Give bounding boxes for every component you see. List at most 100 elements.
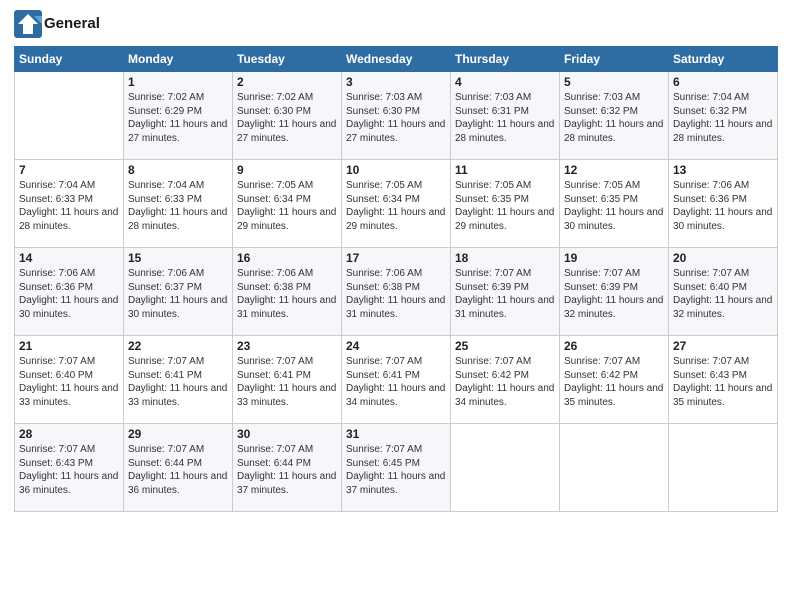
day-header-sunday: Sunday [15,47,124,72]
calendar-cell: 6 Sunrise: 7:04 AMSunset: 6:32 PMDaylight… [669,72,778,160]
day-number: 11 [455,163,555,177]
calendar-cell: 11 Sunrise: 7:05 AMSunset: 6:35 PMDayligh… [451,160,560,248]
week-row-2: 7 Sunrise: 7:04 AMSunset: 6:33 PMDaylight… [15,160,778,248]
calendar-cell [451,424,560,512]
cell-info: Sunrise: 7:06 AMSunset: 6:38 PMDaylight:… [237,267,337,321]
calendar-cell: 7 Sunrise: 7:04 AMSunset: 6:33 PMDaylight… [15,160,124,248]
calendar-cell: 26 Sunrise: 7:07 AMSunset: 6:42 PMDayligh… [560,336,669,424]
cell-info: Sunrise: 7:07 AMSunset: 6:42 PMDaylight:… [564,355,664,409]
day-number: 15 [128,251,228,265]
day-number: 22 [128,339,228,353]
day-number: 5 [564,75,664,89]
cell-info: Sunrise: 7:04 AMSunset: 6:33 PMDaylight:… [128,179,228,233]
day-number: 18 [455,251,555,265]
calendar-cell: 20 Sunrise: 7:07 AMSunset: 6:40 PMDayligh… [669,248,778,336]
header: General [14,10,778,38]
day-number: 12 [564,163,664,177]
day-header-friday: Friday [560,47,669,72]
cell-info: Sunrise: 7:07 AMSunset: 6:43 PMDaylight:… [673,355,773,409]
calendar-cell: 27 Sunrise: 7:07 AMSunset: 6:43 PMDayligh… [669,336,778,424]
calendar-cell: 30 Sunrise: 7:07 AMSunset: 6:44 PMDayligh… [233,424,342,512]
week-row-1: 1 Sunrise: 7:02 AMSunset: 6:29 PMDaylight… [15,72,778,160]
day-number: 16 [237,251,337,265]
cell-info: Sunrise: 7:07 AMSunset: 6:44 PMDaylight:… [128,443,228,497]
calendar-cell: 14Sunrise: 7:06 AMSunset: 6:36 PMDayligh… [15,248,124,336]
calendar-cell: 25Sunrise: 7:07 AMSunset: 6:42 PMDayligh… [451,336,560,424]
calendar-cell: 5 Sunrise: 7:03 AMSunset: 6:32 PMDaylight… [560,72,669,160]
logo-text: General [44,15,100,33]
calendar-cell [669,424,778,512]
cell-info: Sunrise: 7:07 AMSunset: 6:41 PMDaylight:… [346,355,446,409]
day-header-thursday: Thursday [451,47,560,72]
cell-info: Sunrise: 7:04 AMSunset: 6:33 PMDaylight:… [19,179,119,233]
cell-info: Sunrise: 7:06 AMSunset: 6:38 PMDaylight:… [346,267,446,321]
day-number: 8 [128,163,228,177]
cell-info: Sunrise: 7:02 AMSunset: 6:29 PMDaylight:… [128,91,228,145]
calendar-cell: 24 Sunrise: 7:07 AMSunset: 6:41 PMDayligh… [342,336,451,424]
calendar-table: SundayMondayTuesdayWednesdayThursdayFrid… [14,46,778,512]
cell-info: Sunrise: 7:05 AMSunset: 6:35 PMDaylight:… [455,179,555,233]
cell-info: Sunrise: 7:03 AMSunset: 6:30 PMDaylight:… [346,91,446,145]
day-number: 4 [455,75,555,89]
cell-info: Sunrise: 7:07 AMSunset: 6:45 PMDaylight:… [346,443,446,497]
day-number: 30 [237,427,337,441]
day-number: 26 [564,339,664,353]
calendar-cell: 17 Sunrise: 7:06 AMSunset: 6:38 PMDayligh… [342,248,451,336]
calendar-cell [15,72,124,160]
calendar-header-row: SundayMondayTuesdayWednesdayThursdayFrid… [15,47,778,72]
day-number: 14 [19,251,119,265]
calendar-cell: 22Sunrise: 7:07 AMSunset: 6:41 PMDayligh… [124,336,233,424]
calendar-cell: 13 Sunrise: 7:06 AMSunset: 6:36 PMDayligh… [669,160,778,248]
cell-info: Sunrise: 7:07 AMSunset: 6:41 PMDaylight:… [237,355,337,409]
day-number: 6 [673,75,773,89]
calendar-cell: 10 Sunrise: 7:05 AMSunset: 6:34 PMDayligh… [342,160,451,248]
cell-info: Sunrise: 7:07 AMSunset: 6:39 PMDaylight:… [455,267,555,321]
day-number: 21 [19,339,119,353]
day-number: 24 [346,339,446,353]
cell-info: Sunrise: 7:05 AMSunset: 6:34 PMDaylight:… [346,179,446,233]
cell-info: Sunrise: 7:06 AMSunset: 6:36 PMDaylight:… [673,179,773,233]
cell-info: Sunrise: 7:04 AMSunset: 6:32 PMDaylight:… [673,91,773,145]
day-number: 31 [346,427,446,441]
calendar-cell: 1 Sunrise: 7:02 AMSunset: 6:29 PMDaylight… [124,72,233,160]
calendar-cell: 18 Sunrise: 7:07 AMSunset: 6:39 PMDayligh… [451,248,560,336]
day-number: 10 [346,163,446,177]
calendar-cell: 12Sunrise: 7:05 AMSunset: 6:35 PMDayligh… [560,160,669,248]
day-number: 25 [455,339,555,353]
calendar-cell: 15Sunrise: 7:06 AMSunset: 6:37 PMDayligh… [124,248,233,336]
day-number: 17 [346,251,446,265]
day-number: 13 [673,163,773,177]
day-header-tuesday: Tuesday [233,47,342,72]
calendar-cell: 29 Sunrise: 7:07 AMSunset: 6:44 PMDayligh… [124,424,233,512]
week-row-3: 14Sunrise: 7:06 AMSunset: 6:36 PMDayligh… [15,248,778,336]
day-number: 27 [673,339,773,353]
calendar-cell: 23 Sunrise: 7:07 AMSunset: 6:41 PMDayligh… [233,336,342,424]
calendar-cell: 31 Sunrise: 7:07 AMSunset: 6:45 PMDayligh… [342,424,451,512]
cell-info: Sunrise: 7:03 AMSunset: 6:32 PMDaylight:… [564,91,664,145]
day-number: 28 [19,427,119,441]
cell-info: Sunrise: 7:07 AMSunset: 6:44 PMDaylight:… [237,443,337,497]
day-number: 20 [673,251,773,265]
calendar-cell: 16 Sunrise: 7:06 AMSunset: 6:38 PMDayligh… [233,248,342,336]
calendar-cell: 19Sunrise: 7:07 AMSunset: 6:39 PMDayligh… [560,248,669,336]
day-number: 1 [128,75,228,89]
cell-info: Sunrise: 7:07 AMSunset: 6:40 PMDaylight:… [673,267,773,321]
calendar-cell: 8 Sunrise: 7:04 AMSunset: 6:33 PMDaylight… [124,160,233,248]
day-number: 7 [19,163,119,177]
calendar-cell: 9Sunrise: 7:05 AMSunset: 6:34 PMDaylight… [233,160,342,248]
day-number: 2 [237,75,337,89]
calendar-cell: 21Sunrise: 7:07 AMSunset: 6:40 PMDayligh… [15,336,124,424]
week-row-4: 21Sunrise: 7:07 AMSunset: 6:40 PMDayligh… [15,336,778,424]
day-number: 29 [128,427,228,441]
cell-info: Sunrise: 7:07 AMSunset: 6:39 PMDaylight:… [564,267,664,321]
day-number: 23 [237,339,337,353]
cell-info: Sunrise: 7:03 AMSunset: 6:31 PMDaylight:… [455,91,555,145]
day-header-monday: Monday [124,47,233,72]
logo: General [14,10,100,38]
day-header-wednesday: Wednesday [342,47,451,72]
day-number: 9 [237,163,337,177]
logo-icon [14,10,42,38]
calendar-cell: 2Sunrise: 7:02 AMSunset: 6:30 PMDaylight… [233,72,342,160]
day-header-saturday: Saturday [669,47,778,72]
calendar-cell: 4 Sunrise: 7:03 AMSunset: 6:31 PMDaylight… [451,72,560,160]
